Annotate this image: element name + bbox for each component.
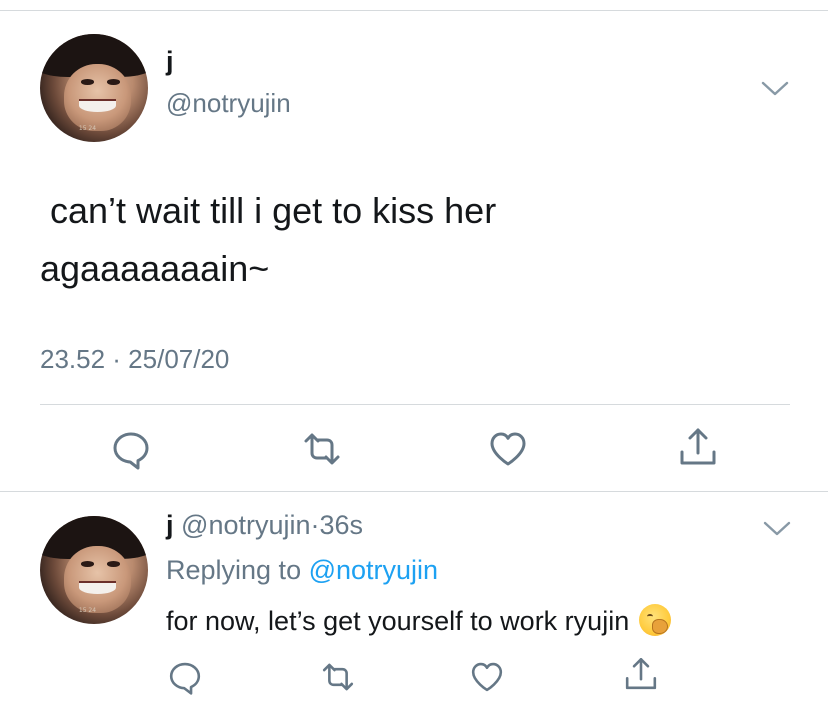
- reply-avatar[interactable]: 15 24: [40, 516, 148, 624]
- share-icon[interactable]: [676, 425, 720, 469]
- user-handle[interactable]: @notryujin: [166, 88, 291, 119]
- like-icon[interactable]: [486, 427, 530, 471]
- reply-time[interactable]: 36s: [320, 510, 364, 540]
- section-divider: [0, 491, 828, 492]
- yawning-face-emoji: [639, 604, 672, 636]
- replying-label: Replying to: [166, 555, 309, 585]
- display-name[interactable]: j: [166, 46, 174, 77]
- share-icon[interactable]: [622, 655, 660, 693]
- divider: [40, 404, 790, 405]
- retweet-icon[interactable]: [319, 658, 357, 696]
- like-icon[interactable]: [468, 658, 506, 696]
- reply-header: j @notryujin·36s: [166, 510, 363, 541]
- tweet-timestamp[interactable]: 23.52 · 25/07/20: [40, 344, 229, 375]
- avatar[interactable]: 15 24: [40, 34, 148, 142]
- replying-to: Replying to @notryujin: [166, 555, 438, 586]
- chevron-down-icon[interactable]: [760, 80, 790, 98]
- separator-dot: ·: [310, 510, 320, 540]
- reply-icon[interactable]: [109, 427, 153, 471]
- reply-icon[interactable]: [166, 658, 204, 696]
- reply-text: for now, let’s get yourself to work ryuj…: [166, 604, 672, 637]
- chevron-down-icon[interactable]: [762, 520, 792, 538]
- reply-display-name[interactable]: j: [166, 510, 174, 540]
- top-divider: [0, 10, 828, 11]
- mention-link[interactable]: @notryujin: [309, 555, 438, 585]
- tweet-text: can’t wait till i get to kiss her agaaaa…: [40, 190, 497, 289]
- reply-text-body: for now, let’s get yourself to work ryuj…: [166, 606, 630, 636]
- reply-handle[interactable]: @notryujin: [181, 510, 310, 540]
- retweet-icon[interactable]: [300, 427, 344, 471]
